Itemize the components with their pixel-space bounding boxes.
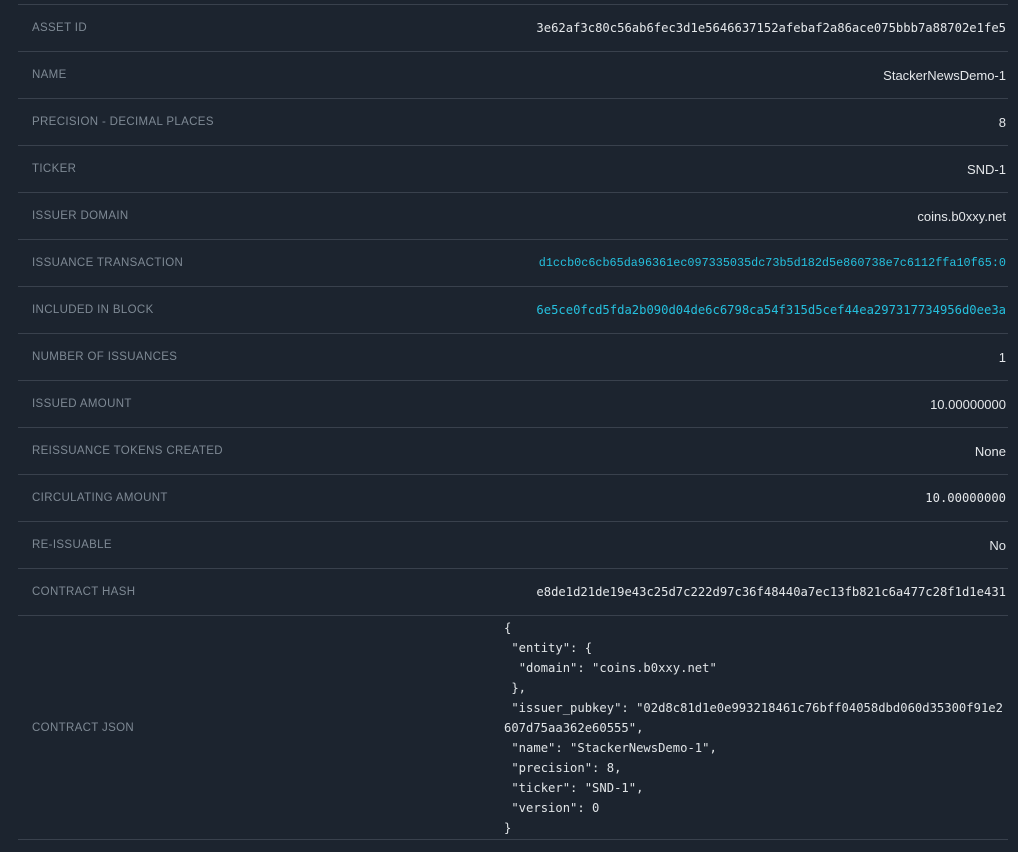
reissuance-tokens-value: None xyxy=(247,444,1006,459)
contract-json-label: CONTRACT JSON xyxy=(32,722,134,734)
included-in-block-link[interactable]: 6e5ce0fcd5fda2b090d04de6c6798ca54f315d5c… xyxy=(536,303,1006,317)
asset-id-value: 3e62af3c80c56ab6fec3d1e5646637152afebaf2… xyxy=(111,21,1006,35)
ticker-label: TICKER xyxy=(32,163,76,175)
contract-json-value: { "entity": { "domain": "coins.b0xxy.net… xyxy=(504,618,1006,838)
issuer-domain-value: coins.b0xxy.net xyxy=(153,209,1006,224)
issuance-transaction-label: ISSUANCE TRANSACTION xyxy=(32,257,183,269)
row-number-of-issuances: NUMBER OF ISSUANCES 1 xyxy=(18,334,1008,381)
precision-value: 8 xyxy=(238,115,1006,130)
reissuable-label: RE-ISSUABLE xyxy=(32,539,112,551)
contract-json-container: { "entity": { "domain": "coins.b0xxy.net… xyxy=(134,618,1006,838)
circulating-amount-value: 10.00000000 xyxy=(192,491,1006,505)
row-reissuance-tokens: REISSUANCE TOKENS CREATED None xyxy=(18,428,1008,475)
row-contract-json: CONTRACT JSON { "entity": { "domain": "c… xyxy=(18,616,1008,840)
issuer-domain-label: ISSUER DOMAIN xyxy=(32,210,129,222)
issued-amount-value: 10.00000000 xyxy=(156,397,1006,412)
name-value: StackerNewsDemo-1 xyxy=(91,68,1006,83)
row-issuance-transaction: ISSUANCE TRANSACTION d1ccb0c6cb65da96361… xyxy=(18,240,1008,287)
issuance-transaction-link[interactable]: d1ccb0c6cb65da96361ec097335035dc73b5d182… xyxy=(539,256,1006,270)
row-ticker: TICKER SND-1 xyxy=(18,146,1008,193)
contract-hash-label: CONTRACT HASH xyxy=(32,586,135,598)
precision-label: PRECISION - DECIMAL PLACES xyxy=(32,116,214,128)
row-issued-amount: ISSUED AMOUNT 10.00000000 xyxy=(18,381,1008,428)
row-contract-hash: CONTRACT HASH e8de1d21de19e43c25d7c222d9… xyxy=(18,569,1008,616)
row-name: NAME StackerNewsDemo-1 xyxy=(18,52,1008,99)
name-label: NAME xyxy=(32,69,67,81)
reissuable-value: No xyxy=(136,538,1006,553)
row-asset-id: ASSET ID 3e62af3c80c56ab6fec3d1e56466371… xyxy=(18,5,1008,52)
row-reissuable: RE-ISSUABLE No xyxy=(18,522,1008,569)
issued-amount-label: ISSUED AMOUNT xyxy=(32,398,132,410)
ticker-value: SND-1 xyxy=(100,162,1006,177)
asset-details-table: ASSET ID 3e62af3c80c56ab6fec3d1e56466371… xyxy=(18,4,1008,840)
circulating-amount-label: CIRCULATING AMOUNT xyxy=(32,492,168,504)
row-issuer-domain: ISSUER DOMAIN coins.b0xxy.net xyxy=(18,193,1008,240)
row-included-in-block: INCLUDED IN BLOCK 6e5ce0fcd5fda2b090d04d… xyxy=(18,287,1008,334)
number-of-issuances-label: NUMBER OF ISSUANCES xyxy=(32,351,177,363)
contract-hash-value: e8de1d21de19e43c25d7c222d97c36f48440a7ec… xyxy=(159,585,1006,599)
reissuance-tokens-label: REISSUANCE TOKENS CREATED xyxy=(32,445,223,457)
row-circulating-amount: CIRCULATING AMOUNT 10.00000000 xyxy=(18,475,1008,522)
row-precision: PRECISION - DECIMAL PLACES 8 xyxy=(18,99,1008,146)
included-in-block-label: INCLUDED IN BLOCK xyxy=(32,304,154,316)
number-of-issuances-value: 1 xyxy=(201,350,1006,365)
asset-id-label: ASSET ID xyxy=(32,22,87,34)
